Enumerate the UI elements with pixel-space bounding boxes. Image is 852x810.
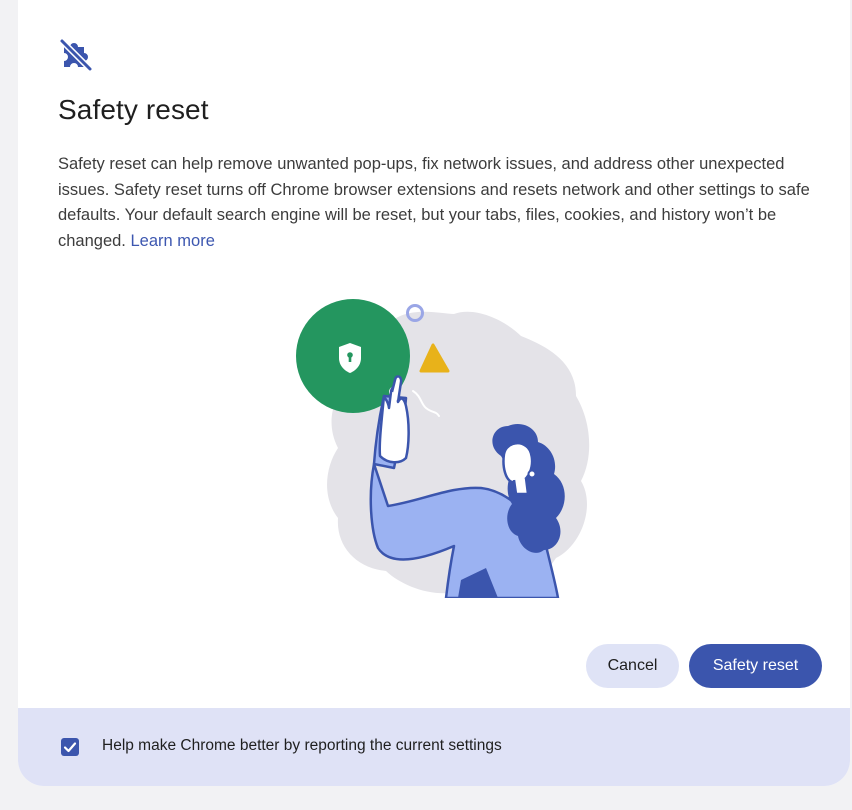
learn-more-link[interactable]: Learn more — [131, 232, 215, 250]
dialog-description: Safety reset can help remove unwanted po… — [58, 152, 818, 254]
person-pointing-shield-illustration — [276, 296, 596, 600]
cancel-button[interactable]: Cancel — [586, 644, 679, 688]
safety-reset-button[interactable]: Safety reset — [689, 644, 822, 688]
report-settings-label[interactable]: Help make Chrome better by reporting the… — [102, 737, 502, 755]
report-settings-checkbox[interactable] — [61, 738, 79, 756]
feedback-footer: Help make Chrome better by reporting the… — [18, 708, 850, 786]
dialog-title: Safety reset — [58, 94, 209, 125]
safety-reset-dialog: Safety reset Safety reset can help remov… — [18, 0, 850, 786]
checkmark-icon — [63, 742, 77, 753]
puzzle-piece-off-icon — [58, 36, 94, 72]
